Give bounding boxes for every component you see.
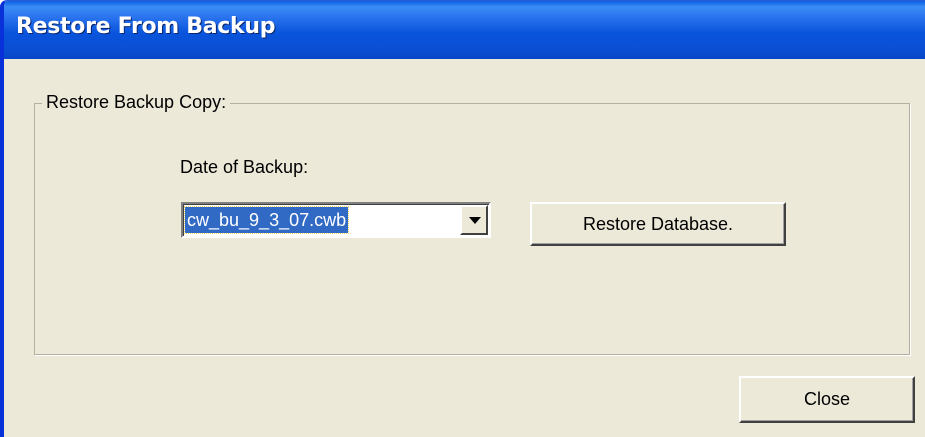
backup-date-select-value[interactable]: cw_bu_9_3_07.cwb	[183, 206, 350, 234]
dropdown-button[interactable]	[460, 205, 488, 235]
close-button[interactable]: Close	[739, 376, 915, 423]
dialog-body: Restore Backup Copy: Date of Backup: cw_…	[4, 59, 925, 437]
restore-database-button[interactable]: Restore Database.	[530, 202, 786, 246]
chevron-down-icon	[469, 217, 481, 224]
title-bar[interactable]: Restore From Backup	[4, 1, 925, 59]
group-label: Restore Backup Copy:	[42, 92, 231, 113]
backup-date-select[interactable]: cw_bu_9_3_07.cwb	[181, 202, 491, 238]
restore-dialog-window: Restore From Backup Restore Backup Copy:…	[0, 0, 925, 437]
dialog-title: Restore From Backup	[16, 14, 276, 39]
date-of-backup-label: Date of Backup:	[180, 157, 309, 177]
